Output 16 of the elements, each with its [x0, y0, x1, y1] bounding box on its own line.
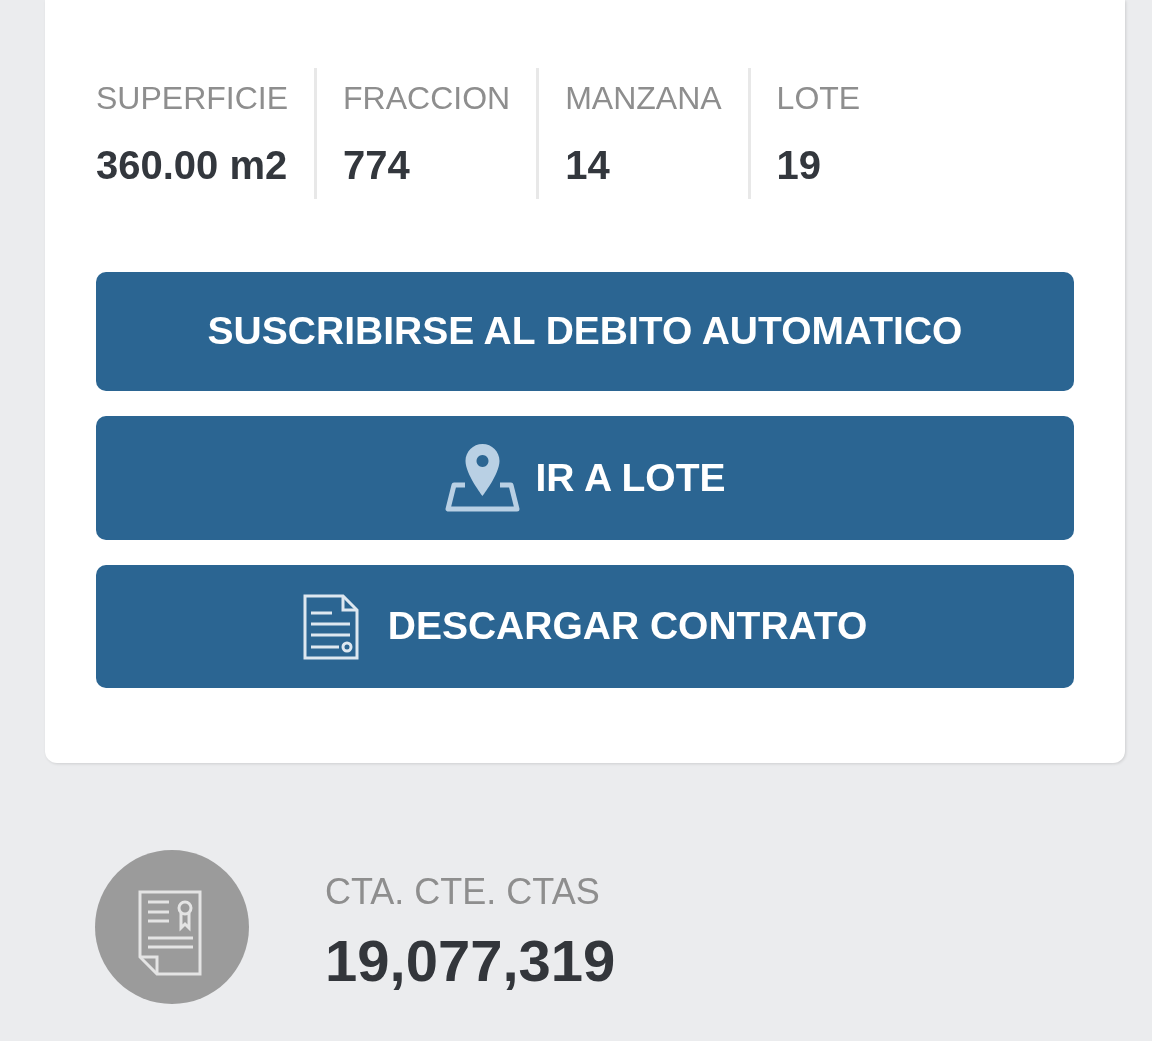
- stat-label: LOTE: [776, 79, 861, 118]
- stat-value: 19: [776, 142, 822, 189]
- stat-label: MANZANA: [565, 79, 722, 118]
- stat-value: 14: [565, 142, 610, 189]
- stat-value: 774: [343, 142, 410, 189]
- stat-label: FRACCION: [343, 79, 511, 118]
- stat-value: 360.00 m2: [96, 142, 288, 189]
- download-contract-button[interactable]: DESCARGAR CONTRATO: [96, 565, 1074, 688]
- stat-label: SUPERFICIE: [96, 79, 289, 118]
- go-to-lot-button[interactable]: IR A LOTE: [96, 416, 1074, 540]
- account-number: 19,077,319: [325, 928, 616, 994]
- map-pin-icon: [444, 444, 520, 512]
- certificate-icon: [95, 850, 249, 1004]
- document-icon: [302, 593, 359, 660]
- account-label: CTA. CTE. CTAS: [325, 870, 600, 914]
- subscribe-button[interactable]: SUSCRIBIRSE AL DEBITO AUTOMATICO: [96, 272, 1074, 391]
